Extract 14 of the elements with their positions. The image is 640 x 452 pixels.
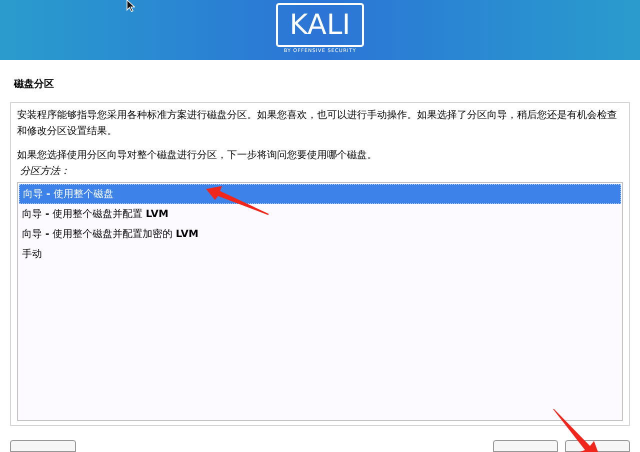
annotation-arrow-drawing bbox=[552, 409, 600, 452]
list-option[interactable]: 向导 - 使用整个磁盘并配置加密的 LVM bbox=[19, 224, 621, 244]
mouse-cursor-icon bbox=[126, 0, 135, 12]
description-text: 如果您选择使用分区向导对整个磁盘进行分区，下一步将询问您要使用哪个磁盘。 bbox=[17, 148, 378, 163]
list-label: 分区方法： bbox=[19, 164, 70, 179]
back-button[interactable] bbox=[10, 440, 76, 452]
description-text: 安装程序能够指导您采用各种标准方案进行磁盘分区。如果您喜欢，也可以进行手动操作。如果选择了分区向导，稍后您还是有机会检查和修改分区设置结果。 bbox=[17, 108, 618, 139]
screenshot-button[interactable] bbox=[493, 440, 558, 452]
list-option[interactable]: 向导 - 使用整个磁盘 bbox=[19, 184, 621, 204]
logo: KALI bbox=[276, 3, 364, 47]
annotation-arrow-drawing bbox=[206, 186, 270, 216]
list-option[interactable]: 手动 bbox=[19, 244, 621, 264]
list-option[interactable]: 向导 - 使用整个磁盘并配置 LVM bbox=[19, 204, 621, 224]
page-title: 磁盘分区 bbox=[14, 79, 54, 90]
